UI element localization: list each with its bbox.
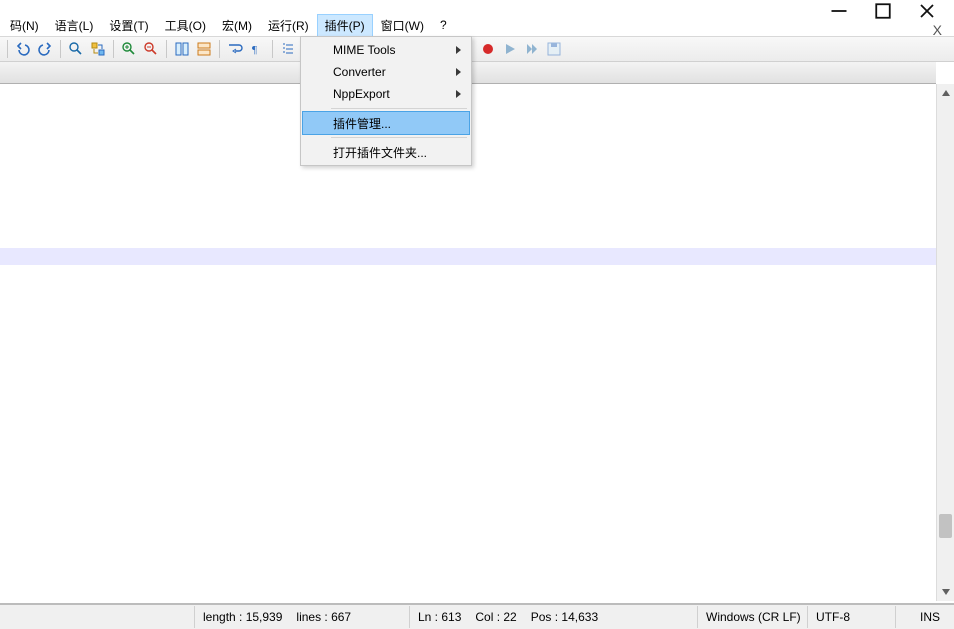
submenu-arrow-icon — [456, 90, 461, 98]
menu-plugin-manager[interactable]: 插件管理... — [302, 111, 470, 135]
toolbar-separator — [219, 40, 220, 58]
scroll-down-icon[interactable] — [938, 584, 954, 600]
minimize-button[interactable] — [830, 2, 848, 20]
zoom-in-button[interactable] — [119, 39, 139, 59]
statusbar: length : 15,939 lines : 667 Ln : 613 Col… — [0, 603, 954, 629]
menu-plugins[interactable]: 插件(P) — [317, 14, 373, 37]
menu-converter[interactable]: Converter — [303, 61, 469, 83]
menu-separator — [331, 137, 467, 138]
menu-item-label: NppExport — [333, 87, 390, 101]
menu-item-label: 打开插件文件夹... — [333, 144, 427, 161]
submenu-arrow-icon — [456, 46, 461, 54]
status-eol[interactable]: Windows (CR LF) — [698, 606, 808, 628]
menu-help[interactable]: ? — [432, 15, 455, 35]
toolbar-separator — [7, 40, 8, 58]
menu-nppexport[interactable]: NppExport — [303, 83, 469, 105]
menu-item-label: MIME Tools — [333, 43, 395, 57]
status-ln: Ln : 613 — [418, 610, 461, 624]
close-button[interactable] — [918, 2, 936, 20]
status-ins[interactable]: INS — [912, 606, 954, 628]
menu-mime-tools[interactable]: MIME Tools — [303, 39, 469, 61]
scroll-up-icon[interactable] — [938, 85, 954, 101]
undo-button[interactable] — [13, 39, 33, 59]
menubar: 码(N) 语言(L) 设置(T) 工具(O) 宏(M) 运行(R) 插件(P) … — [0, 14, 455, 36]
toolbar-separator — [272, 40, 273, 58]
indent-guide-button[interactable] — [278, 39, 298, 59]
toolbar-separator — [113, 40, 114, 58]
submenu-arrow-icon — [456, 68, 461, 76]
svg-text:¶: ¶ — [252, 44, 257, 56]
toolbar: ¶ — [0, 36, 954, 62]
menu-settings[interactable]: 设置(T) — [101, 14, 156, 37]
status-length: length : 15,939 — [203, 610, 282, 624]
zoom-out-button[interactable] — [141, 39, 161, 59]
toolbar-separator — [60, 40, 61, 58]
sync-v-button[interactable] — [172, 39, 192, 59]
menu-item-label: Converter — [333, 65, 386, 79]
vertical-scrollbar[interactable] — [936, 84, 954, 601]
restore-button[interactable] — [874, 2, 892, 20]
play-macro-button[interactable] — [500, 39, 520, 59]
menu-open-plugin-folder[interactable]: 打开插件文件夹... — [303, 141, 469, 163]
replace-button[interactable] — [88, 39, 108, 59]
current-line-highlight — [0, 248, 936, 265]
status-filetype — [0, 606, 195, 628]
show-all-chars-button[interactable]: ¶ — [247, 39, 267, 59]
menu-window[interactable]: 窗口(W) — [373, 14, 432, 37]
menu-macro[interactable]: 宏(M) — [214, 14, 260, 37]
wordwrap-button[interactable] — [225, 39, 245, 59]
menu-run[interactable]: 运行(R) — [260, 14, 317, 37]
redo-button[interactable] — [35, 39, 55, 59]
play-multi-button[interactable] — [522, 39, 542, 59]
menu-language[interactable]: 语言(L) — [47, 14, 102, 37]
scrollbar-thumb[interactable] — [939, 514, 952, 538]
status-encoding[interactable]: UTF-8 — [808, 606, 896, 628]
menu-tools[interactable]: 工具(O) — [157, 14, 214, 37]
status-lines: lines : 667 — [296, 610, 351, 624]
menu-encoding[interactable]: 码(N) — [2, 14, 47, 37]
record-macro-button[interactable] — [478, 39, 498, 59]
status-length-lines: length : 15,939 lines : 667 — [195, 606, 410, 628]
sync-h-button[interactable] — [194, 39, 214, 59]
find-button[interactable] — [66, 39, 86, 59]
menu-item-label: 插件管理... — [333, 115, 391, 132]
save-macro-button[interactable] — [544, 39, 564, 59]
status-cursor: Ln : 613 Col : 22 Pos : 14,633 — [410, 606, 698, 628]
status-pos: Pos : 14,633 — [531, 610, 598, 624]
menu-separator — [331, 108, 467, 109]
status-col: Col : 22 — [475, 610, 516, 624]
toolbar-separator — [166, 40, 167, 58]
plugins-dropdown: MIME Tools Converter NppExport 插件管理... 打… — [300, 36, 472, 166]
